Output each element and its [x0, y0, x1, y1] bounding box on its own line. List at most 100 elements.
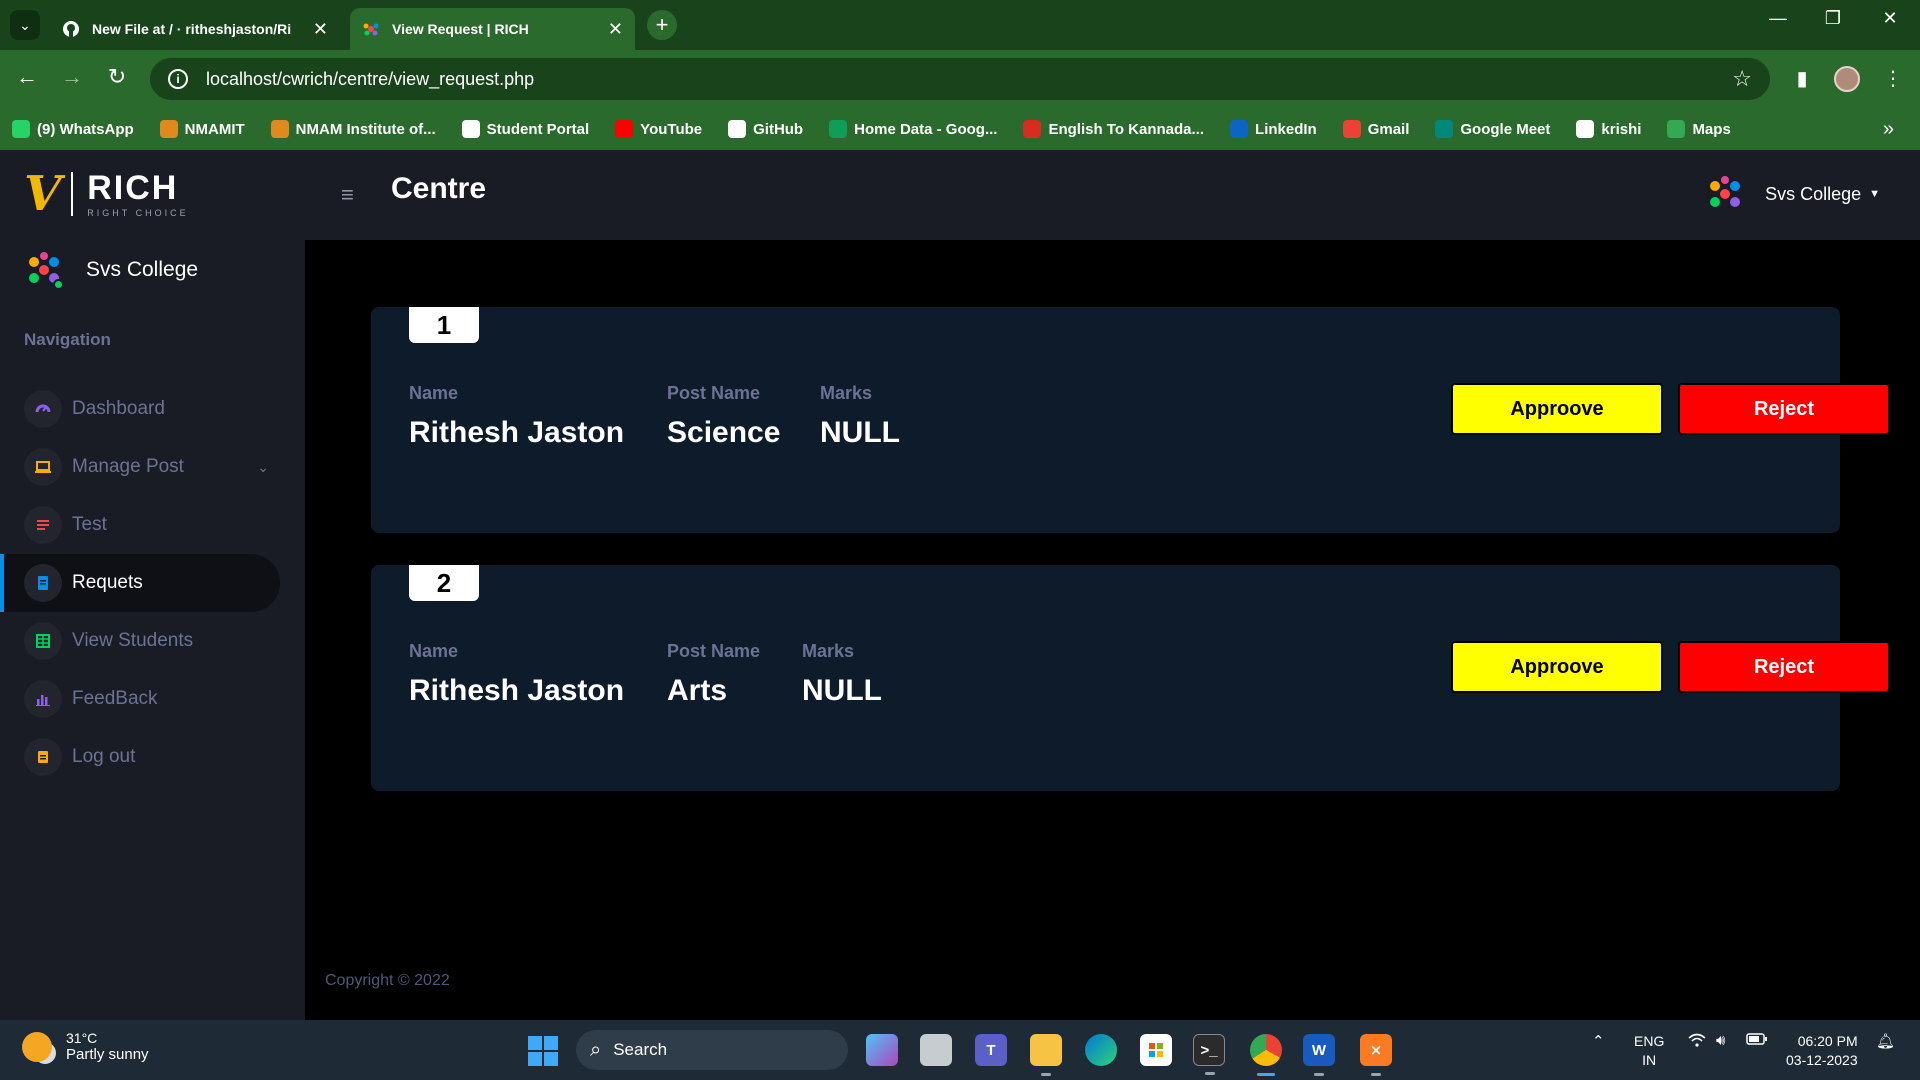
bookmark-item[interactable]: Gmail [1342, 120, 1409, 138]
menu-kebab-icon[interactable]: ⋮ [1878, 66, 1908, 91]
name-field: Name Rithesh Jaston [409, 383, 624, 450]
address-bar[interactable]: i localhost/cwrich/centre/view_request.p… [150, 58, 1770, 100]
bookmark-label: YouTube [640, 120, 703, 138]
tab-title: View Request | RICH [392, 21, 529, 37]
avatar [24, 250, 64, 290]
marks-label: Marks [802, 641, 855, 661]
word-icon[interactable]: W [1303, 1034, 1335, 1076]
bookmark-label: NMAM Institute of... [295, 120, 436, 138]
teams-icon[interactable]: T [975, 1034, 1007, 1066]
reject-button[interactable]: Reject [1678, 383, 1890, 435]
reload-icon[interactable]: ↻ [102, 64, 132, 90]
meet-icon [1435, 120, 1454, 138]
profile-name: Svs College [1765, 183, 1862, 204]
chrome-icon[interactable] [1250, 1034, 1282, 1076]
tab-title: New File at / · ritheshjaston/Ri [92, 21, 292, 37]
notification-bell-icon[interactable]: 🔔︎ [1876, 1032, 1895, 1050]
tab-view-request[interactable]: View Request | RICH ✕ [350, 8, 635, 50]
show-hidden-icons-icon[interactable]: ⌃ [1592, 1032, 1605, 1050]
bookmark-item[interactable]: GitHub [728, 120, 803, 138]
search-icon: ⌕ [590, 1038, 602, 1061]
list-icon [24, 506, 62, 544]
partly-sunny-icon [22, 1031, 52, 1062]
windows-start-icon[interactable] [528, 1036, 558, 1066]
sidebar-item-dashboard[interactable]: Dashboard [0, 380, 305, 438]
new-tab-button[interactable]: + [647, 10, 677, 40]
whatsapp-icon [12, 120, 30, 138]
xampp-icon[interactable]: ⨯ [1360, 1034, 1392, 1076]
terminal-icon[interactable]: >_ [1193, 1034, 1225, 1075]
profile-avatar[interactable] [1834, 66, 1860, 92]
bookmark-item[interactable]: Student Portal [461, 120, 590, 138]
task-view-icon[interactable] [920, 1034, 952, 1066]
sidebar-item-label: Log out [72, 746, 136, 767]
approve-button[interactable]: Approove [1451, 641, 1663, 693]
bookmark-item[interactable]: Maps [1667, 120, 1731, 138]
logout-icon [24, 738, 62, 776]
sidebar-item-label: Test [72, 514, 107, 535]
sidebar-item-log-out[interactable]: Log out [0, 728, 305, 786]
name-value: Rithesh Jaston [409, 416, 625, 449]
close-tab-icon[interactable]: ✕ [608, 19, 623, 40]
more-bookmarks-icon[interactable]: » [1883, 118, 1894, 141]
bookmark-label: Student Portal [486, 120, 590, 138]
bookmark-item[interactable]: LinkedIn [1230, 120, 1317, 138]
forward-icon[interactable]: → [57, 64, 87, 90]
bookmark-item[interactable]: (9) WhatsApp [12, 120, 134, 138]
reject-button[interactable]: Reject [1678, 641, 1890, 693]
hamburger-menu-icon[interactable]: ≡ [341, 182, 354, 208]
request-card: 1 Name Rithesh Jaston Post Name Science … [371, 307, 1890, 533]
request-card: 2 Name Rithesh Jaston Post Name Arts Mar… [371, 565, 1890, 791]
bookmark-item[interactable]: krishi [1576, 120, 1641, 138]
approve-button[interactable]: Approove [1451, 383, 1663, 435]
sidebar-item-view-students[interactable]: View Students [0, 612, 305, 670]
sidebar-item-manage-post[interactable]: Manage Post ⌄ [0, 438, 305, 496]
back-icon[interactable]: ← [12, 64, 42, 90]
search-label: Search [613, 1040, 668, 1059]
volume-icon[interactable]: 🔊︎ [1716, 1032, 1725, 1049]
file-explorer-icon[interactable] [1030, 1034, 1062, 1076]
site-info-icon[interactable]: i [168, 69, 188, 89]
post-name-field: Post Name Arts [667, 641, 760, 708]
marks-value: NULL [802, 674, 882, 707]
footer-copyright: Copyright © 2022 [325, 972, 450, 989]
name-label: Name [409, 641, 459, 661]
taskbar-search[interactable]: ⌕ Search [576, 1030, 848, 1070]
tab-github[interactable]: New File at / · ritheshjaston/Ri ✕ [50, 8, 340, 50]
sidepanel-icon[interactable]: ▮ [1787, 66, 1817, 91]
name-field: Name Rithesh Jaston [409, 641, 624, 708]
edge-icon[interactable] [1085, 1034, 1117, 1066]
bookmark-item[interactable]: NMAMIT [159, 120, 245, 138]
minimize-icon[interactable]: — [1758, 8, 1798, 29]
brand-logo[interactable]: V RICH RIGHT CHOICE [24, 168, 189, 220]
copilot-icon[interactable] [866, 1034, 898, 1066]
bookmark-star-icon[interactable]: ☆ [1732, 66, 1752, 92]
bookmark-item[interactable]: NMAM Institute of... [270, 120, 436, 138]
date: 03-12-2023 [1786, 1052, 1858, 1068]
sidebar-item-requets[interactable]: Requets [0, 554, 280, 612]
post-name-field: Post Name Science [667, 383, 780, 450]
sidebar-item-label: View Students [72, 630, 194, 651]
language-indicator[interactable]: ENG IN [1634, 1032, 1664, 1070]
speedometer-icon [24, 390, 62, 428]
close-window-icon[interactable]: ✕ [1870, 8, 1910, 29]
wifi-icon[interactable] [1688, 1032, 1706, 1052]
weather-widget[interactable]: 31°C Partly sunny [22, 1030, 149, 1063]
bookmark-item[interactable]: Home Data - Goog... [829, 120, 997, 138]
restore-icon[interactable]: ❐ [1813, 8, 1853, 29]
bookmark-item[interactable]: English To Kannada... [1023, 120, 1204, 138]
bookmark-item[interactable]: YouTube [615, 120, 702, 138]
gmail-icon [1342, 120, 1361, 138]
store-icon[interactable] [1140, 1034, 1172, 1066]
bookmark-item[interactable]: Google Meet [1435, 120, 1550, 138]
profile-dropdown[interactable]: Svs College ▼ [1705, 174, 1880, 214]
sidebar-item-test[interactable]: Test [0, 496, 305, 554]
system-clock[interactable]: 06:20 PM 03-12-2023 [1786, 1032, 1858, 1070]
close-tab-icon[interactable]: ✕ [313, 19, 328, 40]
sidebar-item-feedback[interactable]: FeedBack [0, 670, 305, 728]
url-text: localhost/cwrich/centre/view_request.php [206, 68, 535, 89]
tab-search-icon[interactable]: ⌄ [10, 10, 40, 40]
bookmark-label: Google Meet [1460, 120, 1551, 138]
battery-icon[interactable] [1746, 1032, 1768, 1050]
request-number: 2 [409, 565, 479, 601]
